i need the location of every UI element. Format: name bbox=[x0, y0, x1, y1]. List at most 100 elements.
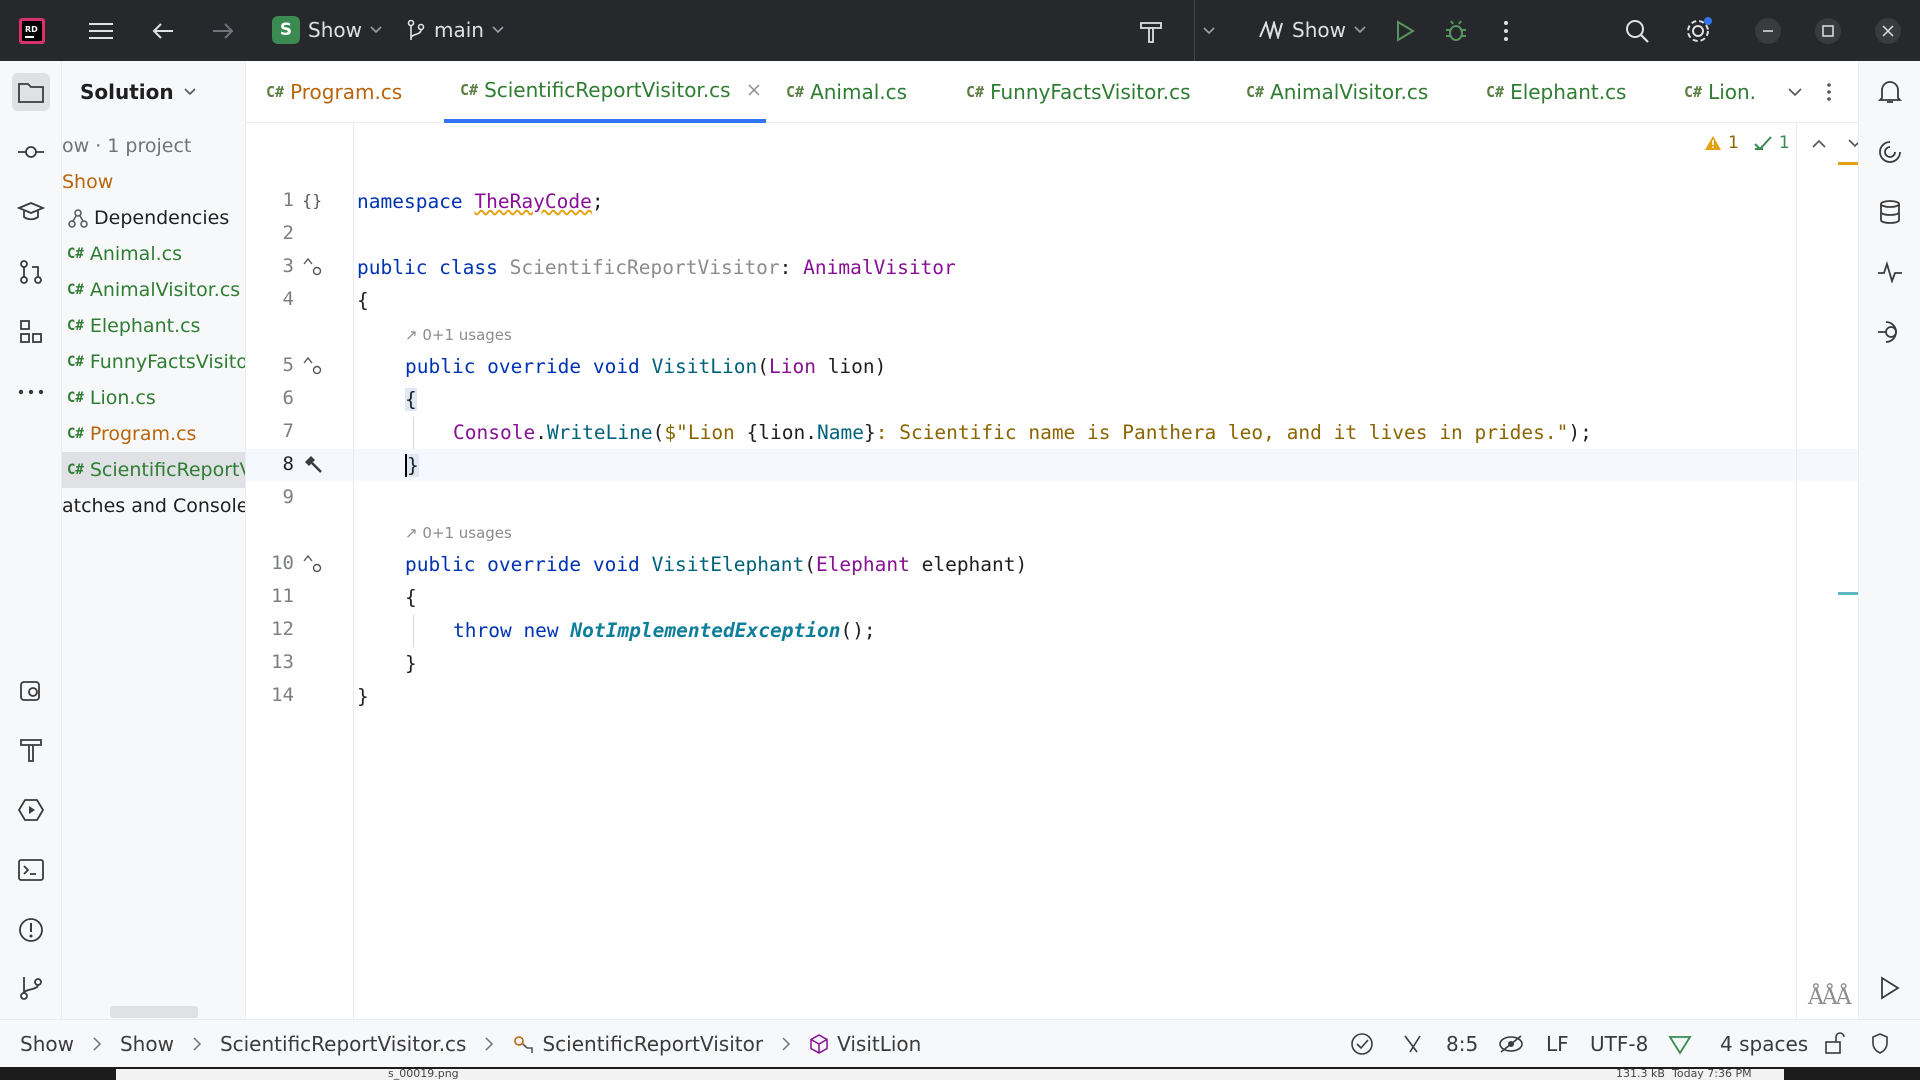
file-encoding[interactable]: UTF-8 bbox=[1590, 1020, 1648, 1068]
notifications-bell-icon[interactable] bbox=[1871, 73, 1909, 111]
hide-highlighting-icon[interactable] bbox=[1498, 1020, 1524, 1068]
file-strip-name[interactable]: s_00019.png bbox=[388, 1069, 459, 1080]
project-widget[interactable]: S Show bbox=[264, 10, 390, 50]
branch-widget[interactable]: main bbox=[398, 10, 512, 50]
method-name: WriteLine bbox=[546, 421, 653, 444]
tree-file[interactable]: C# Program.cs bbox=[62, 416, 245, 452]
line-separator[interactable]: LF bbox=[1546, 1020, 1569, 1068]
back-arrow-icon[interactable] bbox=[148, 0, 178, 61]
code-line: public class ScientificReportVisitor: An… bbox=[357, 252, 956, 284]
tree-file[interactable]: C# AnimalVisitor.cs bbox=[62, 272, 245, 308]
tab-program[interactable]: C# Program.cs bbox=[266, 61, 402, 123]
read-only-lock-icon[interactable] bbox=[1824, 1020, 1846, 1068]
solution-view-selector[interactable]: Solution bbox=[80, 80, 196, 104]
run-widget-play-icon[interactable] bbox=[1871, 969, 1909, 1007]
indent-setting[interactable]: 4 spaces bbox=[1720, 1020, 1808, 1068]
tab-lion[interactable]: C# Lion. bbox=[1684, 61, 1776, 123]
tree-file[interactable]: C# FunnyFactsVisito bbox=[62, 344, 245, 380]
tree-file[interactable]: C# Lion.cs bbox=[62, 380, 245, 416]
caret-position[interactable]: 8:5 bbox=[1446, 1020, 1478, 1068]
run-config-selector[interactable]: Show bbox=[1250, 10, 1374, 50]
git-icon[interactable] bbox=[12, 969, 50, 1007]
close-window-icon[interactable] bbox=[1872, 0, 1904, 61]
terminal-icon[interactable] bbox=[12, 851, 50, 889]
quick-fix-hammer-icon[interactable] bbox=[302, 453, 324, 475]
chevron-right-icon bbox=[93, 1037, 102, 1051]
keyword: public override void bbox=[405, 553, 640, 576]
warning-marker[interactable] bbox=[1838, 162, 1858, 165]
app-logo-icon[interactable]: RD bbox=[18, 0, 46, 61]
implements-gutter-icon[interactable] bbox=[302, 257, 324, 279]
error-stripe[interactable] bbox=[1796, 123, 1826, 1019]
tab-elephant[interactable]: C# Elephant.cs bbox=[1486, 61, 1626, 123]
run-play-icon[interactable] bbox=[1392, 0, 1418, 61]
shield-icon[interactable] bbox=[1870, 1020, 1890, 1068]
tab-animal-visitor[interactable]: C# AnimalVisitor.cs bbox=[1246, 61, 1428, 123]
settings-gear-icon[interactable] bbox=[1682, 0, 1714, 61]
csharp-file-icon: C# bbox=[1246, 83, 1265, 101]
database-icon[interactable] bbox=[1871, 193, 1909, 231]
main-menu-icon[interactable] bbox=[84, 0, 118, 61]
class-name: ScientificReportVisitor bbox=[509, 256, 780, 279]
run-icon[interactable] bbox=[12, 791, 50, 829]
breadcrumb-item[interactable]: Show bbox=[120, 1032, 174, 1056]
services-icon[interactable] bbox=[12, 671, 50, 709]
tab-animal[interactable]: C# Animal.cs bbox=[786, 61, 907, 123]
problems-icon[interactable] bbox=[12, 911, 50, 949]
base-class-name: AnimalVisitor bbox=[803, 256, 956, 279]
structure-icon[interactable] bbox=[12, 313, 50, 351]
ai-assistant-icon[interactable] bbox=[1871, 133, 1909, 171]
tree-dependencies[interactable]: Dependencies bbox=[62, 200, 245, 236]
ai-status-icon[interactable] bbox=[1402, 1020, 1422, 1068]
punctuation: (); bbox=[840, 619, 876, 642]
code-editor[interactable]: namespace TheRayCode; public class Scien… bbox=[357, 123, 1787, 1019]
tree-file[interactable]: C# Elephant.cs bbox=[62, 308, 245, 344]
build-icon[interactable] bbox=[12, 731, 50, 769]
maximize-icon[interactable] bbox=[1812, 0, 1844, 61]
performance-icon[interactable] bbox=[1871, 253, 1909, 291]
breadcrumb-item[interactable]: ScientificReportVisitor bbox=[542, 1032, 763, 1056]
editor-gutter[interactable]: 1 {} 2 3 4 5 6 7 8 9 10 11 12 13 14 bbox=[246, 123, 354, 1019]
commit-icon[interactable] bbox=[12, 133, 50, 171]
pull-requests-icon[interactable] bbox=[12, 253, 50, 291]
usages-hint[interactable]: ↗ 0+1 usages bbox=[405, 326, 512, 344]
usages-hint[interactable]: ↗ 0+1 usages bbox=[405, 524, 512, 542]
project-folder-icon[interactable] bbox=[12, 73, 50, 111]
line-number: 2 bbox=[282, 222, 294, 244]
overrides-gutter-icon[interactable] bbox=[302, 356, 324, 378]
exception-type: NotImplementedException bbox=[570, 619, 841, 642]
reader-mode-icon[interactable]: ÅÅÅ bbox=[1808, 985, 1852, 1010]
horizontal-scrollbar[interactable] bbox=[110, 1006, 198, 1018]
more-tool-windows-icon[interactable] bbox=[12, 373, 50, 411]
search-icon[interactable] bbox=[1622, 0, 1652, 61]
editorconfig-icon[interactable] bbox=[1668, 1020, 1692, 1068]
learn-icon[interactable] bbox=[12, 193, 50, 231]
overrides-gutter-icon[interactable] bbox=[302, 554, 324, 576]
tree-project-show[interactable]: Show bbox=[62, 164, 245, 200]
tree-file-selected[interactable]: C# ScientificReportV bbox=[62, 452, 245, 488]
debug-bug-icon[interactable] bbox=[1442, 0, 1470, 61]
breadcrumb-item[interactable]: ScientificReportVisitor.cs bbox=[220, 1032, 467, 1056]
breadcrumb-item[interactable]: VisitLion bbox=[837, 1032, 921, 1056]
breadcrumb-item[interactable]: Show bbox=[20, 1032, 74, 1056]
tab-more-icon[interactable] bbox=[1826, 61, 1832, 123]
tab-scientific-report-visitor[interactable]: C# ScientificReportVisitor.cs bbox=[444, 61, 766, 123]
tree-file[interactable]: C# Animal.cs bbox=[62, 236, 245, 272]
punctuation: . bbox=[535, 421, 547, 444]
build-menu-chevron-icon[interactable] bbox=[1194, 0, 1216, 61]
forward-arrow-icon[interactable] bbox=[208, 0, 238, 61]
tab-funny-facts-visitor[interactable]: C# FunnyFactsVisitor.cs bbox=[966, 61, 1191, 123]
punctuation: ( bbox=[757, 355, 769, 378]
minimize-icon[interactable] bbox=[1752, 0, 1784, 61]
project-initial-badge: S bbox=[272, 16, 300, 44]
more-actions-icon[interactable] bbox=[1498, 0, 1514, 61]
tree-scratches[interactable]: atches and Consoles bbox=[62, 488, 245, 524]
build-hammer-icon[interactable] bbox=[1134, 0, 1168, 61]
tab-list-chevron-icon[interactable] bbox=[1788, 61, 1802, 123]
endpoints-icon[interactable] bbox=[1871, 313, 1909, 351]
tree-solution-root[interactable]: ow · 1 project bbox=[62, 128, 245, 164]
change-marker[interactable] bbox=[1838, 592, 1858, 595]
tab-label: Animal.cs bbox=[810, 80, 908, 104]
close-tab-icon[interactable] bbox=[747, 83, 761, 97]
inspection-status-icon[interactable] bbox=[1350, 1020, 1374, 1068]
